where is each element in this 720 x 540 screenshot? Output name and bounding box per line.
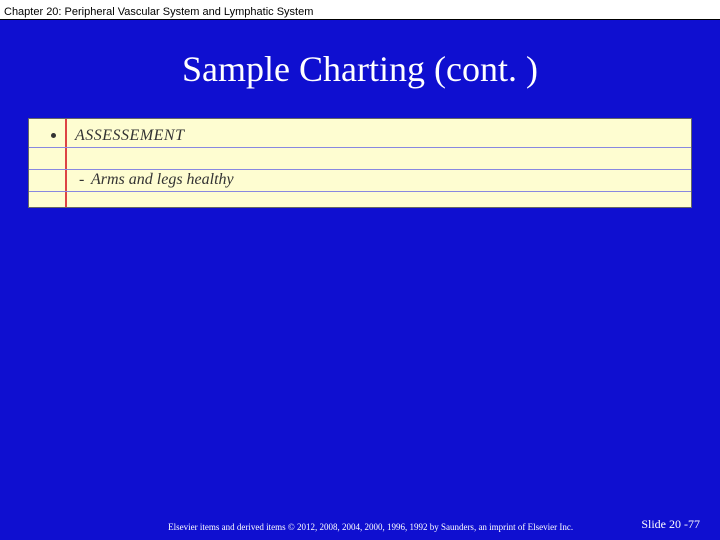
note-margin-line	[65, 119, 67, 207]
ruled-line	[29, 147, 691, 148]
slide-title: Sample Charting (cont. )	[0, 48, 720, 90]
ruled-line	[29, 191, 691, 192]
note-content: Arms and legs healthy	[91, 171, 234, 189]
bullet-icon	[51, 133, 56, 138]
note-card: ASSESSEMENT - Arms and legs healthy	[28, 118, 692, 208]
section-heading: ASSESSEMENT	[75, 127, 185, 145]
ruled-line	[29, 169, 691, 170]
list-dash: -	[79, 171, 84, 189]
header-bar: Chapter 20: Peripheral Vascular System a…	[0, 0, 720, 20]
footer: Elsevier items and derived items © 2012,…	[0, 517, 720, 532]
copyright-text: Elsevier items and derived items © 2012,…	[20, 522, 641, 532]
slide-number: Slide 20 -77	[641, 517, 700, 532]
chapter-label: Chapter 20: Peripheral Vascular System a…	[4, 6, 313, 18]
